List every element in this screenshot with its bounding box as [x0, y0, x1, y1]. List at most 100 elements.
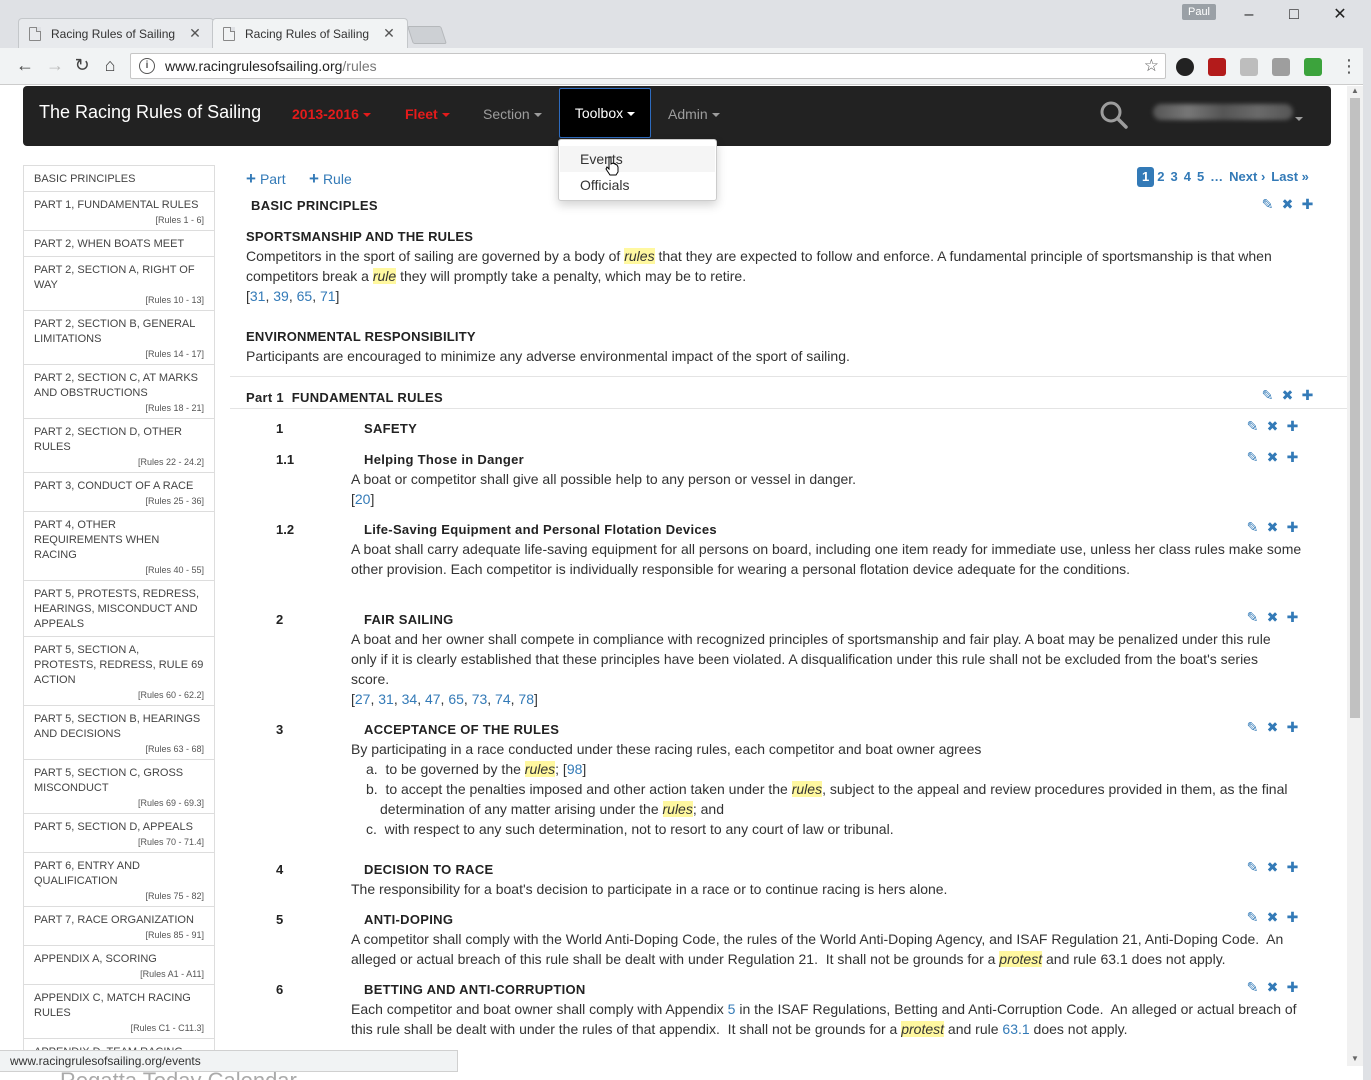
ref-link[interactable]: 20 [355, 491, 371, 507]
ref-link[interactable]: 34 [402, 691, 418, 707]
page-link[interactable]: 5 [1194, 167, 1207, 187]
sidebar-item[interactable]: PART 5, SECTION C, GROSS MISCONDUCT [Rule… [23, 760, 215, 814]
profile-badge[interactable]: Paul [1182, 4, 1216, 20]
add-plus-icon[interactable]: ✚ [1285, 979, 1300, 996]
browser-tab-1[interactable]: Racing Rules of Sailing ✕ [18, 18, 214, 48]
sidebar-item[interactable]: PART 1, FUNDAMENTAL RULES [Rules 1 - 6] [23, 192, 215, 231]
add-plus-icon[interactable]: ✚ [1300, 196, 1315, 213]
new-tab-button[interactable] [407, 26, 447, 44]
info-icon[interactable]: i [139, 58, 155, 74]
add-part-button[interactable]: + Part [246, 169, 286, 189]
ref-link[interactable]: 98 [567, 761, 583, 777]
sidebar-item[interactable]: PART 2, SECTION C, AT MARKS AND OBSTRUCT… [23, 365, 215, 419]
scroll-up-arrow-icon[interactable]: ▲ [1347, 86, 1363, 98]
minimize-icon[interactable]: – [1226, 2, 1272, 28]
window-close-icon[interactable]: ✕ [1317, 2, 1363, 28]
browser-menu-icon[interactable]: ⋮ [1340, 56, 1358, 76]
delete-x-icon[interactable]: ✖ [1265, 979, 1280, 996]
home-icon[interactable]: ⌂ [99, 54, 121, 76]
sidebar-item[interactable]: APPENDIX C, MATCH RACING RULES [Rules C1 … [23, 985, 215, 1039]
sidebar-item[interactable]: PART 5, PROTESTS, REDRESS, HEARINGS, MIS… [23, 581, 215, 637]
cors-extension-icon[interactable] [1304, 58, 1322, 76]
delete-x-icon[interactable]: ✖ [1265, 519, 1280, 536]
edit-pencil-icon[interactable]: ✎ [1245, 719, 1260, 736]
add-plus-icon[interactable]: ✚ [1285, 418, 1300, 435]
add-plus-icon[interactable]: ✚ [1285, 909, 1300, 926]
ref-link[interactable]: 5 [728, 1001, 736, 1017]
delete-x-icon[interactable]: ✖ [1280, 387, 1295, 404]
delete-x-icon[interactable]: ✖ [1265, 449, 1280, 466]
ref-link[interactable]: 71 [320, 288, 336, 304]
scroll-down-arrow-icon[interactable]: ▼ [1347, 1054, 1363, 1066]
edit-pencil-icon[interactable]: ✎ [1245, 449, 1260, 466]
ref-link[interactable]: 73 [472, 691, 488, 707]
ref-link[interactable]: 74 [495, 691, 511, 707]
sidebar-item[interactable]: PART 5, SECTION A, PROTESTS, REDRESS, RU… [23, 637, 215, 706]
dropdown-item-events[interactable]: Events [560, 146, 715, 172]
page-link[interactable]: 3 [1167, 167, 1180, 187]
ref-link[interactable]: 63.1 [1002, 1021, 1029, 1037]
delete-x-icon[interactable]: ✖ [1265, 719, 1280, 736]
edit-pencil-icon[interactable]: ✎ [1245, 519, 1260, 536]
page-link[interactable]: Last » [1268, 167, 1312, 187]
section-menu[interactable]: Section [483, 106, 542, 122]
close-icon[interactable]: ✕ [187, 25, 203, 42]
reload-icon[interactable]: ↻ [71, 54, 93, 76]
add-plus-icon[interactable]: ✚ [1285, 859, 1300, 876]
ref-link[interactable]: 65 [297, 288, 313, 304]
maximize-icon[interactable]: □ [1271, 2, 1317, 28]
edit-pencil-icon[interactable]: ✎ [1260, 196, 1275, 213]
edit-pencil-icon[interactable]: ✎ [1245, 418, 1260, 435]
page-link[interactable]: 4 [1181, 167, 1194, 187]
add-plus-icon[interactable]: ✚ [1285, 719, 1300, 736]
sidebar-item[interactable]: PART 5, SECTION B, HEARINGS AND DECISION… [23, 706, 215, 760]
ref-link[interactable]: 27 [355, 691, 371, 707]
vertical-scrollbar[interactable]: ▲ ▼ [1347, 86, 1363, 1066]
sidebar-item[interactable]: PART 3, CONDUCT OF A RACE [Rules 25 - 36] [23, 473, 215, 512]
sidebar-item[interactable]: APPENDIX D, TEAM RACING RULES[Rules D1 -… [23, 1039, 215, 1050]
edition-menu[interactable]: 2013-2016 [292, 106, 371, 122]
add-plus-icon[interactable]: ✚ [1285, 519, 1300, 536]
sidebar-item[interactable]: PART 2, SECTION D, OTHER RULES [Rules 22 … [23, 419, 215, 473]
forward-arrow-icon[interactable]: → [44, 54, 66, 76]
delete-x-icon[interactable]: ✖ [1265, 909, 1280, 926]
delete-x-icon[interactable]: ✖ [1280, 196, 1295, 213]
edit-pencil-icon[interactable]: ✎ [1245, 909, 1260, 926]
page-link[interactable]: 1 [1137, 167, 1155, 187]
puzzle-extension-icon[interactable] [1272, 58, 1290, 76]
sidebar-item[interactable]: PART 2, SECTION B, GENERAL LIMITATIONS [R… [23, 311, 215, 365]
sidebar-item[interactable]: PART 6, ENTRY AND QUALIFICATION [Rules 75… [23, 853, 215, 907]
search-icon[interactable] [1099, 100, 1129, 130]
ref-link[interactable]: 47 [425, 691, 441, 707]
add-rule-button[interactable]: + Rule [309, 169, 352, 189]
sidebar-item[interactable]: BASIC PRINCIPLES [23, 165, 215, 192]
edit-pencil-icon[interactable]: ✎ [1245, 859, 1260, 876]
add-plus-icon[interactable]: ✚ [1285, 609, 1300, 626]
page-link[interactable]: 2 [1154, 167, 1167, 187]
sidebar-item[interactable]: PART 2, WHEN BOATS MEET [23, 231, 215, 257]
page-link[interactable]: Next › [1226, 167, 1268, 187]
browser-tab-2[interactable]: Racing Rules of Sailing ✕ [212, 18, 408, 48]
fleet-menu[interactable]: Fleet [405, 106, 450, 122]
dropdown-item-officials[interactable]: Officials [560, 172, 715, 198]
sidebar-item[interactable]: PART 2, SECTION A, RIGHT OF WAY [Rules 10… [23, 257, 215, 311]
bookmark-star-icon[interactable]: ☆ [1144, 56, 1159, 76]
back-arrow-icon[interactable]: ← [14, 54, 36, 76]
scrollbar-thumb[interactable] [1350, 98, 1360, 718]
page-link[interactable]: … [1207, 167, 1226, 187]
edit-pencil-icon[interactable]: ✎ [1245, 609, 1260, 626]
sidebar-item[interactable]: APPENDIX A, SCORING [Rules A1 - A11] [23, 946, 215, 985]
delete-x-icon[interactable]: ✖ [1265, 418, 1280, 435]
add-plus-icon[interactable]: ✚ [1300, 387, 1315, 404]
pdf-extension-icon[interactable] [1208, 58, 1226, 76]
edit-pencil-icon[interactable]: ✎ [1245, 979, 1260, 996]
extension-circle-icon[interactable] [1176, 58, 1194, 76]
ref-link[interactable]: 78 [518, 691, 534, 707]
user-avatar-blurred[interactable] [1153, 104, 1293, 120]
admin-menu[interactable]: Admin [668, 106, 720, 122]
sidebar-item[interactable]: PART 7, RACE ORGANIZATION [Rules 85 - 91] [23, 907, 215, 946]
sidebar-item[interactable]: PART 5, SECTION D, APPEALS [Rules 70 - 71… [23, 814, 215, 853]
close-icon[interactable]: ✕ [381, 25, 397, 42]
brand-title[interactable]: The Racing Rules of Sailing [39, 102, 261, 123]
ref-link[interactable]: 31 [250, 288, 266, 304]
